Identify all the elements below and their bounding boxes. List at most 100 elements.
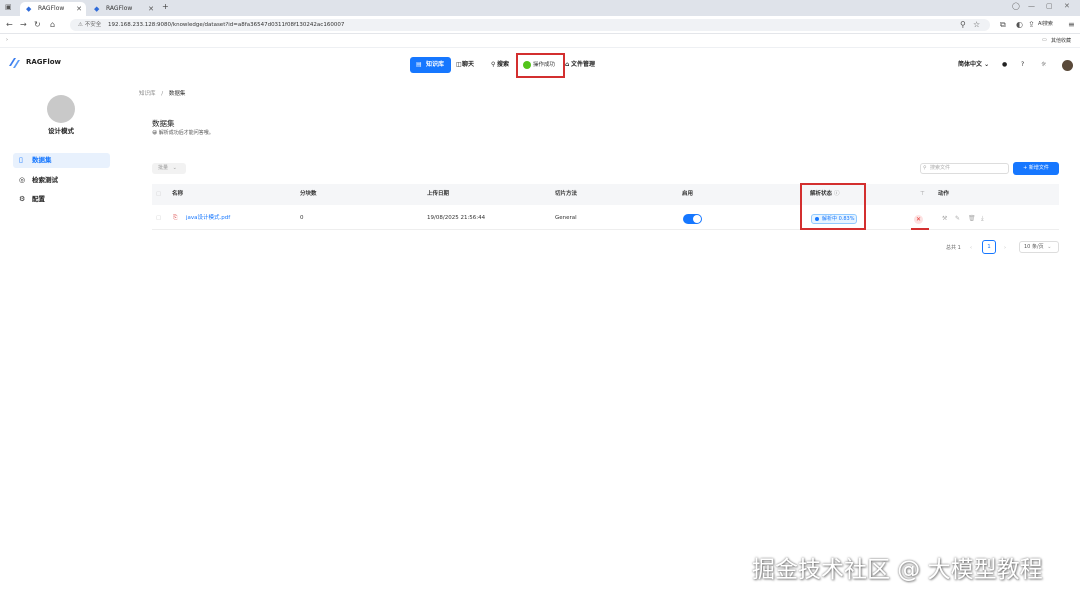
highlight-underline-cancel xyxy=(911,228,929,230)
database-icon: ▤ xyxy=(416,61,422,68)
plus-icon: + xyxy=(1023,165,1028,171)
share-icon[interactable]: ⇪ xyxy=(1028,19,1035,31)
nav-knowledge-base[interactable]: ▤ 知识库 xyxy=(410,57,452,73)
nav-label: 聊天 xyxy=(462,61,475,68)
forward-icon[interactable]: → xyxy=(20,19,27,31)
settings-wrench-icon[interactable]: ⚒ xyxy=(942,215,947,222)
help-icon[interactable]: ? xyxy=(1021,57,1024,73)
column-header-name[interactable]: 名称 xyxy=(172,184,183,205)
filter-icon[interactable]: ⊤ xyxy=(920,184,925,205)
chunk-count: 0 xyxy=(300,215,304,221)
kb-name: 设计模式 xyxy=(48,127,74,135)
download-icon[interactable]: ⤓ xyxy=(981,215,984,223)
file-icon: ⌂ xyxy=(565,61,570,68)
page-size-label: 10 条/页 xyxy=(1024,244,1044,250)
chevron-down-icon: ⌄ xyxy=(172,165,177,171)
sidebar-item-dataset[interactable]: ▯ 数据集 xyxy=(13,153,110,168)
tab-label: RAGFlow xyxy=(38,5,65,12)
page-number-current[interactable]: 1 xyxy=(982,240,996,254)
close-window-icon[interactable]: ✕ xyxy=(1064,2,1070,10)
star-icon[interactable]: ☆ xyxy=(973,19,980,31)
highlight-box-toast xyxy=(516,53,565,78)
sidebar-item-label: 数据集 xyxy=(32,156,52,164)
cancel-parse-icon[interactable]: ✕ xyxy=(914,215,923,224)
browser-tab-bar: ▣ ◆ RAGFlow ✕ ◆ RAGFlow ✕ + ◯ — ▢ ✕ xyxy=(0,0,1080,16)
column-header-method: 切片方法 xyxy=(555,191,578,197)
close-tab-icon[interactable]: ✕ xyxy=(76,2,82,16)
sidebar-item-config[interactable]: ⚙ 配置 xyxy=(13,192,110,207)
row-checkbox[interactable]: ▢ xyxy=(156,206,161,230)
prev-page-icon[interactable]: ‹ xyxy=(970,243,972,253)
chat-icon: ◫ xyxy=(456,61,462,68)
breadcrumb-separator: / xyxy=(161,91,164,97)
highlight-box-parse-status xyxy=(800,183,866,230)
page-title: 数据集 xyxy=(152,119,175,128)
tab-actions-icon[interactable]: ▣ xyxy=(5,3,12,11)
new-file-label: 新增文件 xyxy=(1028,165,1049,171)
menu-icon[interactable]: ≡ xyxy=(1068,19,1075,31)
nav-label: 知识库 xyxy=(426,61,445,68)
search-icon: ⚲ xyxy=(491,61,496,68)
url-input[interactable]: ⚠ 不安全 192.168.233.128:9080/knowledge/dat… xyxy=(70,19,990,31)
table-header: ▢ 名称 分块数 上传日期 切片方法 启用 解析状态 ⓘ ⊤ 动作 xyxy=(152,184,1059,205)
bulk-action-button[interactable]: 批量 ⌄ xyxy=(152,163,186,174)
copilot-icon[interactable]: ◐ xyxy=(1016,19,1023,31)
chevron-down-icon: ⌄ xyxy=(1047,244,1052,250)
ai-search-button[interactable]: AI搜索 xyxy=(1038,20,1053,27)
back-icon[interactable]: ← xyxy=(6,19,13,31)
maximize-icon[interactable]: ▢ xyxy=(1046,2,1053,10)
column-header-upload-date[interactable]: 上传日期 xyxy=(427,184,449,205)
profile-icon[interactable]: ◯ xyxy=(1012,2,1020,10)
new-tab-button[interactable]: + xyxy=(162,2,169,11)
select-all-checkbox[interactable]: ▢ xyxy=(156,184,161,205)
warning-icon: ⚠ xyxy=(78,22,83,28)
ragflow-favicon-icon: ◆ xyxy=(26,5,32,13)
search-input[interactable]: ⚲ 搜索文件 xyxy=(920,163,1009,174)
location-icon[interactable]: ⚲ xyxy=(960,19,966,31)
enable-toggle[interactable] xyxy=(683,214,702,224)
page-size-select[interactable]: 10 条/页 ⌄ xyxy=(1019,241,1059,253)
column-header-actions: 动作 xyxy=(938,191,950,197)
file-name-link[interactable]: java设计模式.pdf xyxy=(186,206,230,230)
breadcrumb: 知识库 / 数据集 xyxy=(139,89,185,97)
language-selector[interactable]: 简体中文 ⌄ xyxy=(958,57,989,73)
column-header-chunks[interactable]: 分块数 xyxy=(300,184,317,205)
delete-icon[interactable]: 🗑 xyxy=(968,215,976,222)
security-label: 不安全 xyxy=(84,22,102,28)
theme-toggle-icon[interactable]: ☼ xyxy=(1041,57,1046,73)
nav-label: 搜索 xyxy=(497,61,510,68)
document-icon: ▯ xyxy=(19,156,23,164)
search-placeholder: 搜索文件 xyxy=(930,165,951,171)
extensions-icon[interactable]: ⧉ xyxy=(1000,19,1006,31)
app-name: RAGFlow xyxy=(26,58,62,66)
page-subtitle: 😀 解析成功后才能问答哦。 xyxy=(152,130,214,136)
search-icon: ⚲ xyxy=(923,165,927,171)
nav-chat[interactable]: ◫ 聊天 xyxy=(452,57,474,73)
new-file-button[interactable]: + 新增文件 xyxy=(1013,162,1059,175)
ragflow-logo-icon xyxy=(9,58,20,68)
next-page-icon[interactable]: › xyxy=(1004,243,1006,253)
edit-icon[interactable]: ✎ xyxy=(955,215,960,222)
chunk-method: General xyxy=(555,215,577,221)
bookmark-more-icon[interactable]: › xyxy=(6,37,8,43)
chevron-down-icon: ⌄ xyxy=(984,61,990,68)
target-icon: ◎ xyxy=(19,176,26,184)
browser-tab[interactable]: ◆ RAGFlow ✕ xyxy=(88,2,158,16)
github-icon[interactable]: ● xyxy=(1002,57,1007,73)
nav-label: 文件管理 xyxy=(571,61,596,68)
kb-avatar xyxy=(47,95,75,123)
reload-icon[interactable]: ↻ xyxy=(34,19,41,31)
close-tab-icon[interactable]: ✕ xyxy=(148,2,154,16)
sidebar-item-retrieval-test[interactable]: ◎ 检索测试 xyxy=(13,173,110,188)
minimize-icon[interactable]: — xyxy=(1028,2,1035,10)
pdf-file-icon: ⎘ xyxy=(173,215,178,221)
bulk-label: 批量 xyxy=(158,165,169,171)
breadcrumb-knowledge-base[interactable]: 知识库 xyxy=(139,91,156,97)
nav-search[interactable]: ⚲ 搜索 xyxy=(487,57,509,73)
browser-tab-active[interactable]: ◆ RAGFlow ✕ xyxy=(20,2,86,16)
settings-icon: ⚙ xyxy=(19,195,26,203)
user-avatar[interactable] xyxy=(1062,60,1073,71)
nav-file-management[interactable]: ⌂ 文件管理 xyxy=(561,57,595,73)
bookmarks-folder[interactable]: 其他收藏 xyxy=(1051,37,1071,44)
home-icon[interactable]: ⌂ xyxy=(50,19,55,31)
